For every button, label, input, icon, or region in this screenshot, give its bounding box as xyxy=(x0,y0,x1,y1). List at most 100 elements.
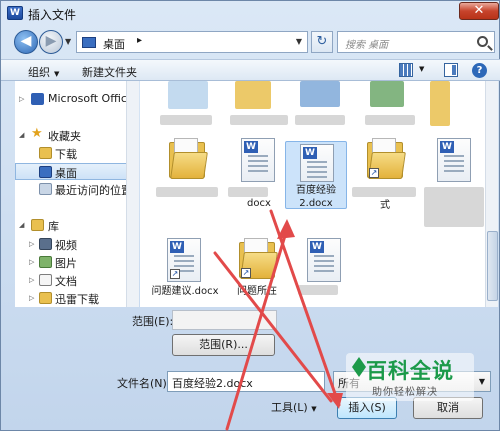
chevron-down-icon[interactable]: ▼ xyxy=(419,65,424,73)
pictures-icon xyxy=(39,256,52,268)
word-document-icon: W xyxy=(437,138,471,182)
blurred-label xyxy=(365,115,415,125)
chevron-down-icon: ▼ xyxy=(311,405,317,413)
insert-file-dialog: W 插入文件 ✕ ◀ ▶ ▼ 桌面 ▸ ▼ ↻ 搜索 桌面 组织 ▼ 新建文件夹 … xyxy=(0,0,500,431)
back-button[interactable]: ◀ xyxy=(14,30,38,54)
close-button[interactable]: ✕ xyxy=(459,2,499,20)
search-placeholder: 搜索 桌面 xyxy=(345,40,389,51)
filename-value: 百度经验2.docx xyxy=(172,377,253,390)
preview-pane-icon[interactable] xyxy=(444,63,458,77)
recent-places-icon xyxy=(39,183,52,195)
search-icon xyxy=(477,36,488,47)
watermark-title: 百科全说 xyxy=(366,359,454,383)
expand-icon[interactable]: ▷ xyxy=(29,294,34,302)
blurred-label xyxy=(352,187,416,197)
sidebar-item-label: 图片 xyxy=(55,257,77,270)
watermark-subtitle: 助你轻松解决 xyxy=(372,387,438,398)
sidebar-item-label: 最近访问的位置 xyxy=(55,184,132,197)
range-button[interactable]: 范围(R)... xyxy=(172,334,275,356)
view-options-icon[interactable] xyxy=(399,63,413,77)
shortcut-folder-icon: ↗ xyxy=(239,238,278,280)
sidebar-item-label: Microsoft Office xyxy=(48,92,134,105)
filename-label: 文件名(N): xyxy=(117,377,171,390)
watermark: 百科全说 助你轻松解决 xyxy=(346,353,474,401)
expand-icon[interactable]: ▷ xyxy=(29,240,34,248)
expand-icon[interactable]: ▷ xyxy=(19,95,24,103)
list-item[interactable]: W docx xyxy=(224,135,294,213)
blurred-label xyxy=(424,187,484,227)
navigation-pane: ▷ Microsoft Office ◢ ★ 收藏夹 下载 桌面 最近访问的位置… xyxy=(15,81,138,307)
scrollbar-thumb[interactable] xyxy=(487,231,498,301)
sidebar-item-label: 视频 xyxy=(55,239,77,252)
sidebar-item-recent-places[interactable]: 最近访问的位置 xyxy=(15,181,138,198)
new-folder-button[interactable]: 新建文件夹 xyxy=(82,64,137,80)
word-document-icon: W xyxy=(241,138,275,182)
list-item[interactable] xyxy=(152,135,222,213)
folder-thumbnail[interactable] xyxy=(235,81,271,109)
expand-icon[interactable]: ▷ xyxy=(29,258,34,266)
shortcut-folder-icon: ↗ xyxy=(367,138,406,180)
breadcrumb-desktop[interactable]: 桌面 xyxy=(103,36,125,52)
sidebar-item-microsoft-office[interactable]: ▷ Microsoft Office xyxy=(15,91,138,108)
list-item-selected[interactable]: W 百度经验2.docx xyxy=(285,141,347,209)
blurred-label xyxy=(160,115,212,125)
collapse-icon[interactable]: ◢ xyxy=(19,131,24,139)
network-icon[interactable] xyxy=(370,81,404,107)
refresh-button[interactable]: ↻ xyxy=(311,31,333,53)
sidebar-item-xunlei-downloads[interactable]: ▷ 迅雷下载 xyxy=(15,290,138,307)
folder-thumbnail[interactable] xyxy=(430,81,450,126)
organize-button[interactable]: 组织 ▼ xyxy=(28,64,59,80)
word-icon xyxy=(31,93,44,105)
organize-label: 组织 xyxy=(28,66,50,79)
list-item[interactable]: ↗ 问题所在 xyxy=(222,235,292,307)
folder-thumbnail[interactable] xyxy=(168,81,208,109)
sidebar-item-favorites[interactable]: ◢ ★ 收藏夹 xyxy=(15,126,138,144)
list-item[interactable]: W xyxy=(420,135,485,227)
list-item[interactable]: W ↗ 问题建议.docx xyxy=(150,235,220,307)
computer-icon[interactable] xyxy=(300,81,340,107)
expand-icon[interactable]: ▷ xyxy=(29,276,34,284)
file-list: W docx W 百度经验2.docx ↗ 式 W W ↗ 问题建议.docx ↗… xyxy=(140,81,485,307)
desktop-icon xyxy=(82,37,96,48)
tools-button[interactable]: 工具(L) ▼ xyxy=(271,399,317,415)
list-item[interactable]: W xyxy=(290,235,360,307)
file-label: docx xyxy=(247,198,271,209)
recent-pages-dropdown[interactable]: ▼ xyxy=(65,37,71,46)
search-input[interactable]: 搜索 桌面 xyxy=(337,31,495,53)
file-label: 问题建议.docx xyxy=(151,286,219,297)
forward-button[interactable]: ▶ xyxy=(39,30,63,54)
file-list-scrollbar[interactable] xyxy=(485,81,498,307)
range-field[interactable] xyxy=(172,310,277,330)
library-icon xyxy=(31,219,44,231)
sidebar-item-label: 文档 xyxy=(55,275,77,288)
navigation-scrollbar[interactable] xyxy=(126,81,139,307)
file-label: 问题所在 xyxy=(237,286,277,297)
chevron-down-icon[interactable]: ▼ xyxy=(296,37,302,46)
sidebar-item-videos[interactable]: ▷ 视频 xyxy=(15,236,138,253)
help-icon[interactable]: ? xyxy=(472,63,487,78)
videos-icon xyxy=(39,238,52,250)
breadcrumb-separator[interactable]: ▸ xyxy=(137,35,142,46)
collapse-icon[interactable]: ◢ xyxy=(19,221,24,229)
file-label: 式 xyxy=(380,200,390,211)
range-label: 范围(E): xyxy=(132,315,174,328)
star-icon: ★ xyxy=(31,126,43,141)
sidebar-item-pictures[interactable]: ▷ 图片 xyxy=(15,254,138,271)
filename-field[interactable]: 百度经验2.docx xyxy=(167,371,325,392)
word-document-icon: W xyxy=(300,144,334,182)
sidebar-item-label: 桌面 xyxy=(55,167,77,180)
sidebar-item-documents[interactable]: ▷ 文档 xyxy=(15,272,138,289)
sidebar-item-desktop[interactable]: 桌面 xyxy=(15,163,138,180)
list-item[interactable]: ↗ 式 xyxy=(350,135,420,213)
sidebar-item-label: 迅雷下载 xyxy=(55,293,99,306)
sidebar-item-libraries[interactable]: ◢ 库 xyxy=(15,217,138,234)
title-bar: W 插入文件 ✕ xyxy=(1,1,500,25)
sidebar-item-downloads[interactable]: 下载 xyxy=(15,145,138,162)
command-toolbar: 组织 ▼ 新建文件夹 ▼ ? xyxy=(1,59,500,81)
chevron-down-icon: ▼ xyxy=(54,70,60,78)
download-folder-icon xyxy=(39,292,52,304)
blurred-label xyxy=(295,115,345,125)
address-bar[interactable]: 桌面 ▸ ▼ xyxy=(76,31,308,53)
download-folder-icon xyxy=(39,147,52,159)
sidebar-item-label: 下载 xyxy=(55,148,77,161)
